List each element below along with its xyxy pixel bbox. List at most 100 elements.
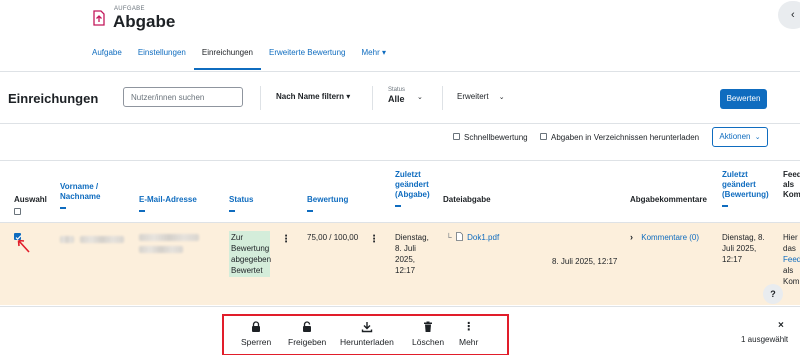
sort-indicator	[722, 205, 728, 207]
col-comments: Abgabekommentare	[630, 195, 707, 205]
download-folders-label: Abgaben in Verzeichnissen herunterladen	[551, 133, 700, 142]
feedback-comment: Hier das Feed als Kom	[783, 232, 800, 287]
col-email[interactable]: E-Mail-Adresse	[139, 195, 197, 212]
grade-button[interactable]: Bewerten	[720, 89, 767, 109]
download-folders-toggle[interactable]: Abgaben in Verzeichnissen herunterladen	[540, 133, 699, 142]
col-feedback-label: Feed	[783, 170, 800, 179]
delete-label: Löschen	[412, 337, 445, 347]
email-redacted	[139, 234, 199, 241]
status-line: abgegeben	[231, 255, 272, 264]
download-folders-checkbox[interactable]	[540, 133, 547, 141]
chevron-down-icon: ⌄	[498, 94, 505, 101]
more-label: Mehr	[459, 337, 479, 347]
col-name-label: Vorname /	[60, 182, 99, 191]
status-line: Bewertet	[231, 266, 263, 275]
page-title: Abgabe	[113, 12, 176, 31]
tab-einstellungen[interactable]: Einstellungen	[130, 40, 194, 70]
user-search-input[interactable]	[123, 87, 243, 107]
selected-count: 1 ausgewählt	[741, 335, 789, 344]
select-all-checkbox[interactable]	[14, 208, 21, 215]
comments-link[interactable]: Kommentare (0)	[641, 233, 699, 242]
lock-button[interactable]: Sperren	[241, 321, 271, 347]
status-menu-kebab-icon[interactable]: ⋮	[281, 234, 291, 245]
section-title: Einreichungen	[8, 91, 99, 106]
close-icon[interactable]: ×	[778, 320, 784, 331]
more-button[interactable]: ⋮ Mehr	[459, 321, 478, 347]
quick-grading-checkbox[interactable]	[453, 133, 460, 141]
file-date: 8. Juli 2025, 12:17	[552, 257, 618, 266]
feedback-link[interactable]: Feed	[783, 255, 800, 264]
delete-button[interactable]: Löschen	[412, 321, 444, 347]
divider	[442, 86, 443, 110]
tab-aufgabe[interactable]: Aufgabe	[84, 40, 130, 70]
col-select: Auswahl	[14, 195, 47, 215]
status-filter-dropdown[interactable]: Status Alle ⌄	[388, 87, 423, 104]
col-gmod-label: (Bewertung)	[722, 190, 769, 199]
modified-line: 2025,	[395, 255, 416, 264]
grade-menu-kebab-icon[interactable]: ⋮	[369, 234, 379, 245]
table-row: Zur Bewertung abgegeben Bewertet ⋮ 75,00…	[0, 223, 800, 305]
col-name-label: Nachname	[60, 192, 101, 201]
unlock-button[interactable]: Freigeben	[288, 321, 326, 347]
divider	[260, 86, 261, 110]
help-button[interactable]: ?	[763, 284, 783, 304]
gmod-line: Juli 2025,	[722, 244, 757, 253]
col-grade[interactable]: Bewertung	[307, 195, 348, 212]
advanced-filter-dropdown[interactable]: Erweitert ⌄	[457, 92, 505, 101]
assignment-icon	[93, 10, 105, 26]
col-feedback-label: Kom	[783, 190, 800, 199]
actions-dropdown-button[interactable]: Aktionen ⌄	[712, 127, 768, 147]
name-filter-dropdown[interactable]: Nach Name filtern ▾	[276, 92, 350, 101]
chevron-down-icon: ⌄	[754, 134, 761, 141]
tab-einreichungen[interactable]: Einreichungen	[193, 40, 262, 70]
sort-indicator	[139, 210, 145, 212]
quick-grading-toggle[interactable]: Schnellbewertung	[453, 133, 528, 142]
actions-label: Aktionen	[719, 132, 751, 141]
col-comments-label: Abgabekommentare	[630, 195, 707, 204]
more-vertical-icon: ⋮	[463, 321, 475, 333]
col-feedback: Feed als Kom	[783, 170, 800, 200]
tab-erweiterte-bewertung[interactable]: Erweiterte Bewertung	[261, 40, 353, 70]
unlock-label: Freigeben	[288, 337, 327, 347]
table-header: Auswahl Vorname / Nachname E-Mail-Adress…	[0, 160, 800, 223]
block-drawer-toggle[interactable]: ‹	[778, 1, 800, 29]
col-gmod-label: Zuletzt	[722, 170, 748, 179]
advanced-filter-label: Erweitert	[457, 92, 489, 101]
sort-indicator	[307, 210, 313, 212]
chevron-down-icon: ⌄	[417, 94, 423, 101]
feedback-line: das	[783, 244, 796, 253]
grade-modified-date: Dienstag, 8. Juli 2025, 12:17	[722, 232, 765, 265]
col-file-submission: Dateiabgabe	[443, 195, 491, 205]
status-filter-label: Status	[388, 87, 406, 93]
file-item[interactable]: └ Dok1.pdf	[446, 232, 499, 243]
gmod-line: Dienstag, 8.	[722, 233, 765, 242]
modified-line: 12:17	[395, 266, 416, 275]
sort-indicator	[60, 207, 66, 209]
col-modified-grade[interactable]: Zuletzt geändert (Bewertung)	[722, 170, 769, 207]
download-button[interactable]: Herunterladen	[340, 321, 394, 347]
tree-branch-icon: └	[446, 233, 452, 242]
col-gmod-label: geändert	[722, 180, 756, 189]
avatar-redacted	[60, 236, 74, 243]
status-line: Zur	[231, 233, 243, 242]
tab-mehr[interactable]: Mehr ▾	[354, 40, 394, 70]
gmod-line: 12:17	[722, 255, 743, 264]
col-modified-submission[interactable]: Zuletzt geändert (Abgabe)	[395, 170, 430, 207]
col-name[interactable]: Vorname / Nachname	[60, 182, 100, 209]
feedback-line: Kom	[783, 277, 800, 286]
sort-indicator	[229, 210, 235, 212]
chevron-right-icon: ›	[630, 232, 633, 242]
col-modified-label: (Abgabe)	[395, 190, 430, 199]
comments-toggle[interactable]: › Kommentare (0)	[630, 232, 699, 243]
bulk-actions-group: Sperren Freigeben Herunterladen Löschen …	[222, 314, 509, 355]
col-modified-label: Zuletzt	[395, 170, 421, 179]
feedback-line: als	[783, 266, 794, 275]
col-email-label: E-Mail-Adresse	[139, 195, 197, 204]
user-name-redacted[interactable]	[80, 236, 124, 243]
filter-bar: Einreichungen Nach Name filtern ▾ Status…	[0, 71, 800, 124]
secondary-nav: Aufgabe Einstellungen Einreichungen Erwe…	[84, 40, 394, 70]
unlock-icon	[303, 321, 312, 332]
col-grade-label: Bewertung	[307, 195, 349, 204]
file-link[interactable]: Dok1.pdf	[467, 233, 499, 242]
col-status[interactable]: Status	[229, 195, 253, 212]
